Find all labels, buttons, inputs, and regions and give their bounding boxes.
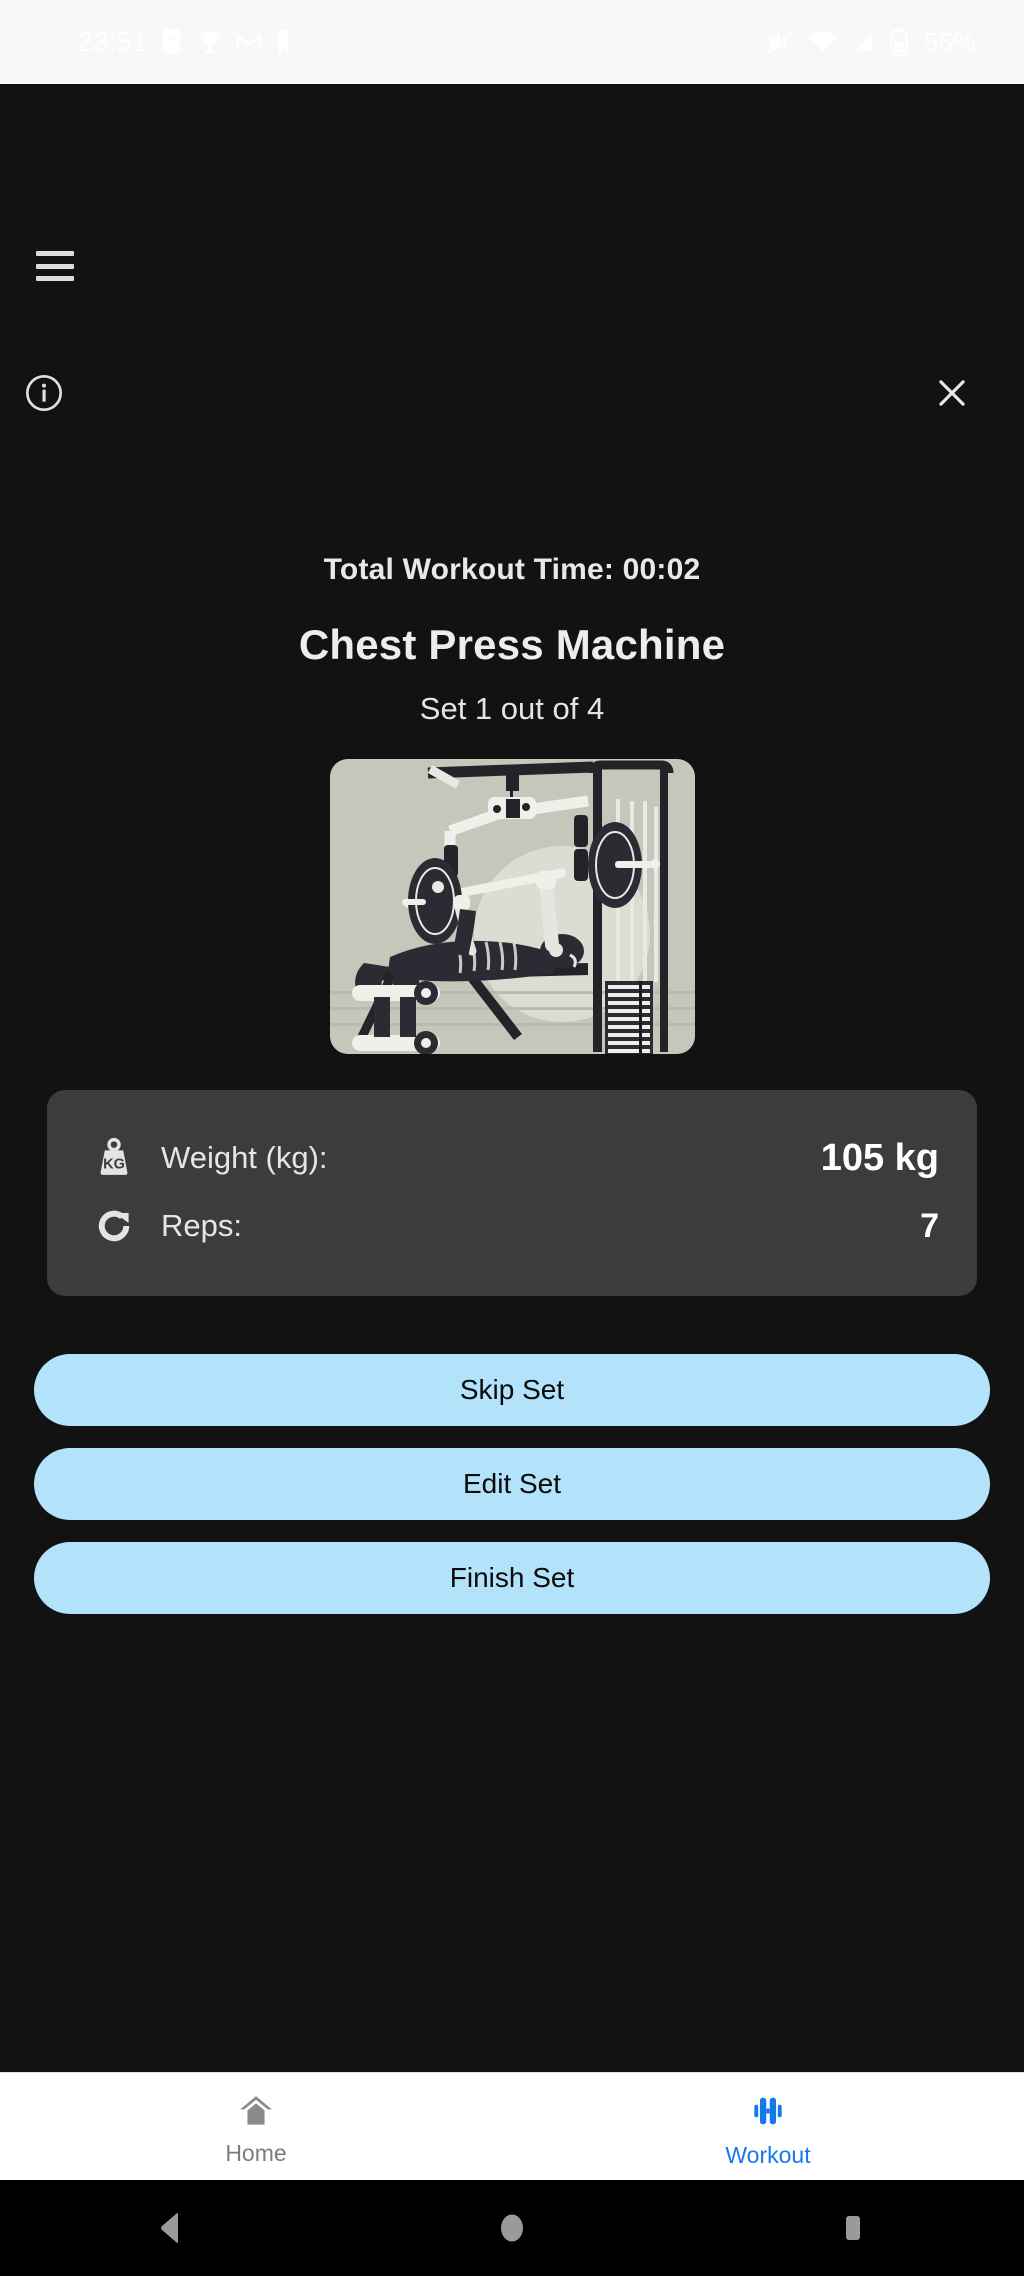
- android-navigation-bar: [0, 2180, 1024, 2276]
- status-clock: 23:51: [78, 26, 149, 57]
- set-stats-card: KG Weight (kg): 105 kg Reps: 7: [47, 1090, 977, 1296]
- skip-set-button[interactable]: Skip Set: [34, 1354, 990, 1426]
- signal-icon: [854, 33, 872, 51]
- nav-item-workout[interactable]: Workout: [512, 2073, 1024, 2180]
- call-forward-icon: [163, 29, 183, 55]
- mute-icon: [767, 30, 793, 54]
- wifi-icon: [808, 31, 837, 51]
- stat-value-reps: 7: [920, 1206, 939, 1245]
- edit-set-button[interactable]: Edit Set: [34, 1448, 990, 1520]
- recents-square-icon[interactable]: [793, 2180, 913, 2276]
- status-bar-right: 56%: [766, 27, 976, 58]
- finish-set-button[interactable]: Finish Set: [34, 1542, 990, 1614]
- workout-content: Total Workout Time: 00:02 Chest Press Ma…: [0, 85, 1024, 2072]
- set-counter: Set 1 out of 4: [419, 691, 605, 726]
- stat-value-weight: 105 kg: [820, 1136, 939, 1179]
- nav-label-workout: Workout: [725, 2142, 811, 2168]
- home-circle-icon[interactable]: [452, 2180, 572, 2276]
- chest-press-machine-illustration: [329, 759, 695, 1054]
- page-title: Chest Press Machine: [298, 621, 726, 668]
- battery-percent-label: 56%: [923, 26, 976, 57]
- stat-label-reps: Reps:: [161, 1208, 242, 1243]
- trophy-icon: [199, 32, 221, 53]
- bookmark-icon: [278, 30, 289, 54]
- reps-refresh-icon: [87, 1203, 141, 1249]
- nav-label-home: Home: [225, 2140, 287, 2166]
- phone-screen: 23:51 56% Total Workout Time: 00:02 Ches…: [0, 0, 1024, 2276]
- stat-label-weight: Weight (kg):: [161, 1140, 328, 1175]
- app-content-area: Total Workout Time: 00:02 Chest Press Ma…: [0, 85, 1024, 2072]
- gmail-icon: [236, 34, 262, 50]
- svg-text:KG: KG: [103, 1157, 125, 1173]
- stat-row-weight: KG Weight (kg): 105 kg: [87, 1124, 939, 1192]
- nav-item-home[interactable]: Home: [0, 2073, 512, 2180]
- bottom-navigation-bar: Home Workout: [0, 2072, 1024, 2180]
- action-button-group: Skip Set Edit Set Finish Set: [0, 1354, 1024, 1614]
- total-workout-time: Total Workout Time: 00:02: [323, 553, 701, 586]
- status-bar-left: 23:51: [78, 27, 290, 58]
- back-triangle-icon[interactable]: [111, 2180, 231, 2276]
- weight-kg-icon: KG: [87, 1135, 141, 1181]
- battery-icon: [890, 28, 908, 56]
- dumbbell-icon: [747, 2090, 789, 2137]
- stat-row-reps: Reps: 7: [87, 1192, 939, 1260]
- status-bar: 23:51 56%: [0, 0, 1024, 85]
- home-icon: [235, 2092, 277, 2135]
